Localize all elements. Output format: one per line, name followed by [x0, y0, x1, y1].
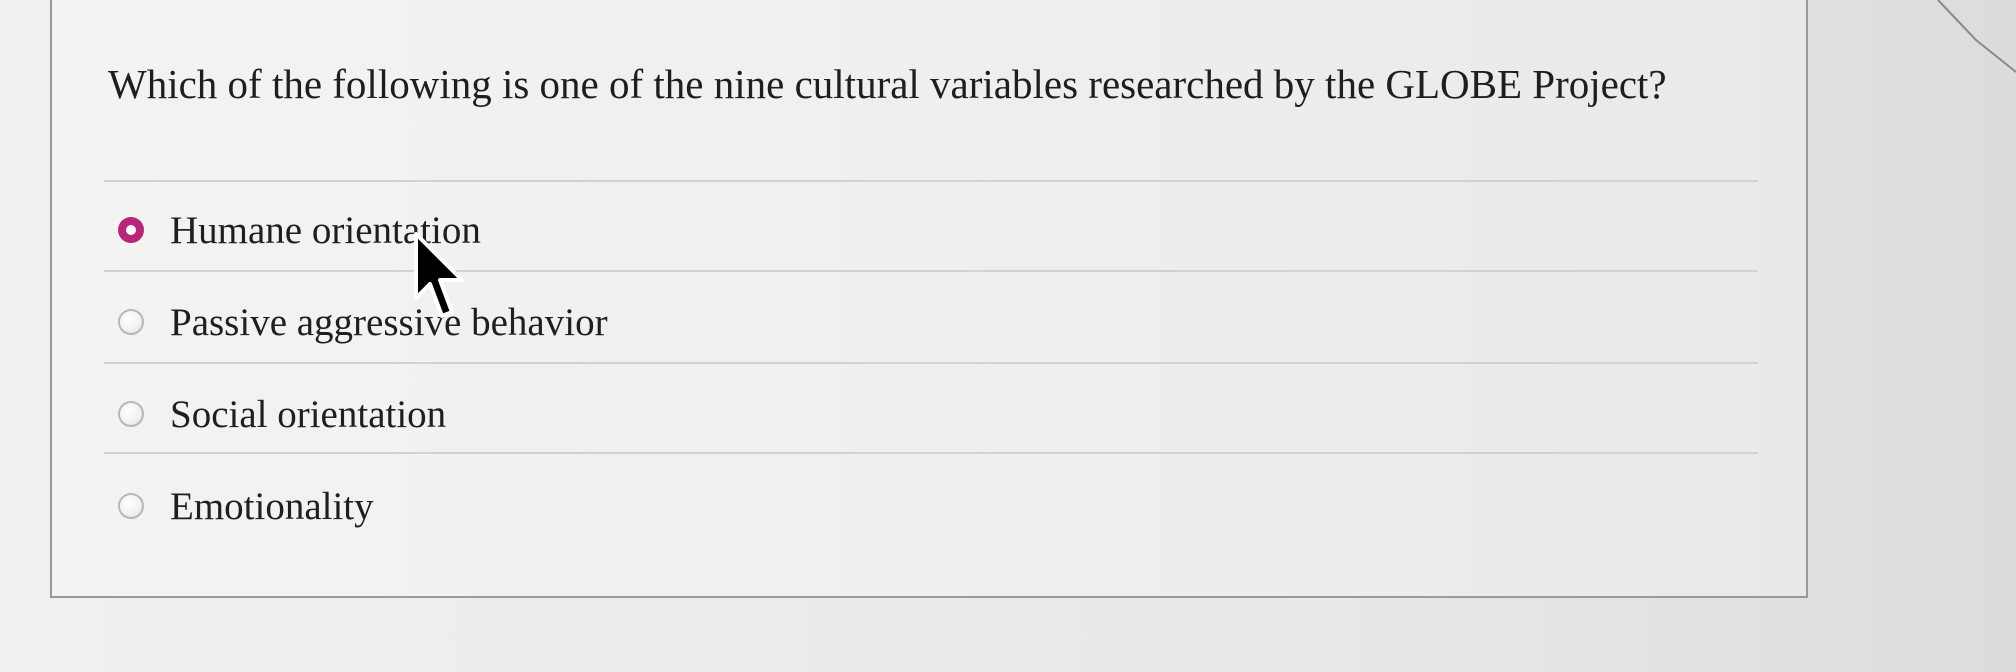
divider	[104, 270, 1758, 272]
divider	[104, 362, 1758, 364]
corner-line	[1937, 0, 2016, 73]
answer-option-emotionality[interactable]: Emotionality	[118, 476, 374, 536]
option-label: Emotionality	[170, 484, 374, 528]
answer-option-passive-aggressive-behavior[interactable]: Passive aggressive behavior	[118, 292, 608, 352]
radio-selected-icon[interactable]	[118, 217, 144, 243]
radio-icon[interactable]	[118, 493, 144, 519]
divider	[104, 452, 1758, 454]
radio-icon[interactable]	[118, 401, 144, 427]
divider	[104, 180, 1758, 182]
mouse-pointer-icon	[414, 232, 464, 318]
radio-icon[interactable]	[118, 309, 144, 335]
question-text: Which of the following is one of the nin…	[108, 61, 1667, 107]
option-label: Social orientation	[170, 392, 447, 436]
answer-option-social-orientation[interactable]: Social orientation	[118, 384, 446, 444]
question-card: Which of the following is one of the nin…	[50, 0, 1808, 598]
option-label: Passive aggressive behavior	[170, 300, 608, 344]
